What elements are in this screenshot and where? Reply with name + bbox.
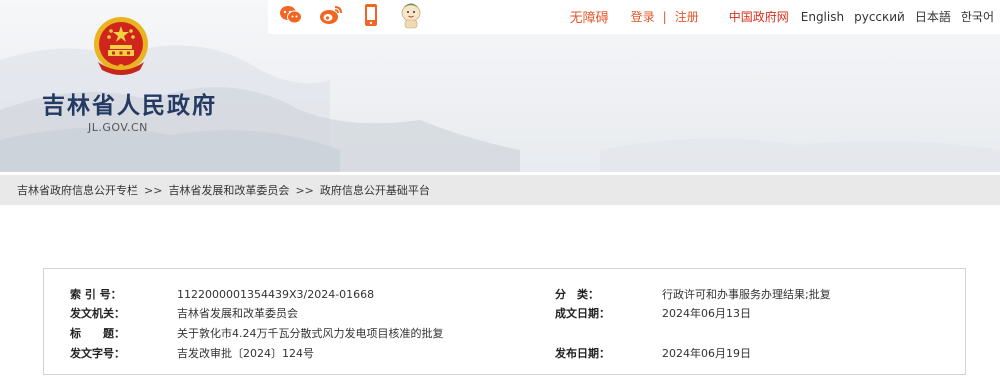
info-row-title: 标 题： 关于敦化市4.24万千瓦分散式风力发电项目核准的批复 (70, 325, 444, 343)
title-value: 关于敦化市4.24万千瓦分散式风力发电项目核准的批复 (177, 327, 444, 340)
index-value: 1122000001354439X3/2024-01668 (177, 288, 375, 301)
breadcrumb-separator: >> (144, 183, 163, 197)
login-link[interactable]: 登录 (631, 8, 655, 25)
lang-korean-link[interactable]: 한국어 (961, 8, 994, 25)
issuer-value: 吉林省发展和改革委员会 (177, 307, 298, 320)
wechat-icon[interactable] (278, 2, 304, 28)
lang-japanese-link[interactable]: 日本語 (915, 8, 951, 25)
category-label: 分 类： (555, 288, 599, 301)
date-written-label: 成文日期： (555, 307, 610, 320)
info-row-date-written: 成文日期： 2024年06月13日 (555, 305, 751, 323)
national-emblem-icon (94, 17, 148, 75)
breadcrumb-separator: >> (295, 183, 314, 197)
breadcrumb-item-platform[interactable]: 政府信息公开基础平台 (320, 182, 430, 198)
date-written-value: 2024年06月13日 (662, 307, 751, 320)
lang-english-link[interactable]: English (801, 10, 844, 24)
info-row-doc-number: 发文字号： 吉发改审批〔2024〕124号 (70, 345, 314, 363)
document-info-box: 索 引 号： 1122000001354439X3/2024-01668 分 类：… (43, 268, 966, 375)
lang-russian-link[interactable]: русский (854, 10, 905, 24)
doc-number-label: 发文字号： (70, 347, 125, 360)
publish-date-label: 发布日期： (555, 347, 610, 360)
register-link[interactable]: 注册 (675, 8, 699, 25)
link-separator: | (662, 9, 667, 24)
site-header: 无障碍 登录 | 注册 中国政府网 English русский 日本語 한국… (0, 0, 1000, 172)
accessibility-link[interactable]: 无障碍 (570, 7, 609, 26)
info-row-issuer: 发文机关： 吉林省发展和改革委员会 (70, 305, 298, 323)
title-label: 标 题： (70, 327, 125, 340)
mobile-icon[interactable] (358, 2, 384, 28)
doc-number-value: 吉发改审批〔2024〕124号 (177, 347, 314, 360)
site-title[interactable]: 吉林省人民政府 (42, 86, 217, 120)
site-domain: JL.GOV.CN (88, 121, 148, 134)
top-links: 无障碍 登录 | 注册 中国政府网 English русский 日本語 한국… (570, 7, 994, 27)
publish-date-value: 2024年06月19日 (662, 347, 751, 360)
info-row-publish-date: 发布日期： 2024年06月19日 (555, 345, 751, 363)
index-label: 索 引 号： (70, 288, 122, 301)
mascot-icon[interactable] (398, 2, 424, 29)
category-value: 行政许可和办事服务办理结果;批复 (662, 288, 831, 301)
breadcrumb-item-info-column[interactable]: 吉林省政府信息公开专栏 (17, 182, 138, 198)
top-bar: 无障碍 登录 | 注册 中国政府网 English русский 日本語 한국… (268, 0, 1000, 34)
gov-portal-link[interactable]: 中国政府网 (729, 8, 789, 25)
issuer-label: 发文机关： (70, 307, 125, 320)
weibo-icon[interactable] (318, 2, 344, 28)
info-row-index: 索 引 号： 1122000001354439X3/2024-01668 (70, 286, 374, 304)
breadcrumb-item-ndrc[interactable]: 吉林省发展和改革委员会 (168, 182, 289, 198)
social-icons (278, 2, 424, 29)
info-row-category: 分 类： 行政许可和办事服务办理结果;批复 (555, 286, 831, 304)
breadcrumb: 吉林省政府信息公开专栏 >> 吉林省发展和改革委员会 >> 政府信息公开基础平台 (0, 175, 1000, 205)
